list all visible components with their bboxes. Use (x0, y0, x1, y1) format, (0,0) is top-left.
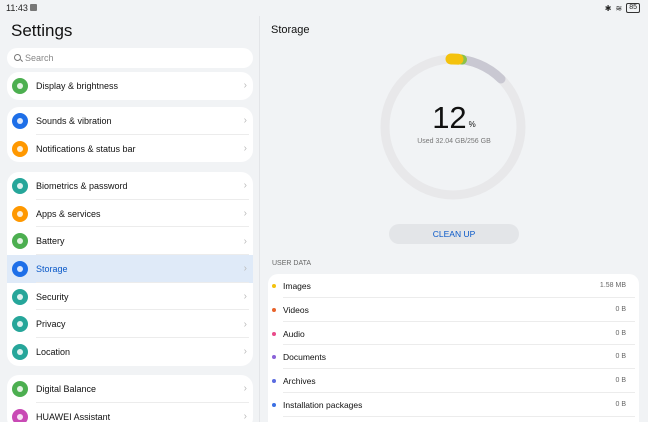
location-icon (12, 343, 28, 360)
category-color-dot (272, 331, 276, 336)
user-data-label: Archives (283, 376, 316, 387)
wifi-icon: ≋ (615, 3, 623, 13)
user-data-label: Installation packages (283, 399, 363, 410)
used-text: Used 32.04 GB/256 GB (417, 138, 491, 145)
category-color-dot (272, 355, 276, 360)
chevron-right-icon: › (243, 80, 247, 92)
status-time: 11:43 (6, 3, 28, 13)
sounds-vibration-icon (12, 112, 28, 129)
user-data-size: 0 B (615, 305, 626, 313)
search-icon (14, 54, 21, 61)
security-icon (12, 288, 28, 305)
chevron-right-icon: › (243, 411, 247, 422)
sidebar-item-apps-services[interactable]: Apps & services › (7, 200, 253, 228)
sidebar-item-label: Battery (36, 236, 65, 247)
chevron-right-icon: › (243, 383, 247, 395)
biometrics-password-icon (12, 177, 28, 194)
user-data-list: Images 1.58 MB Videos 0 B Audio 0 B Documents 0… (268, 274, 639, 422)
privacy-icon (12, 316, 28, 333)
sidebar-item-label: HUAWEI Assistant (36, 411, 111, 422)
chevron-right-icon: › (243, 115, 247, 127)
search-placeholder: Search (25, 53, 54, 63)
display-brightness-icon (12, 77, 28, 94)
settings-group: Sounds & vibration › Notifications & statu… (7, 107, 253, 163)
search-input[interactable]: Search (7, 48, 253, 68)
sidebar-item-sounds-vibration[interactable]: Sounds & vibration › (7, 107, 253, 135)
category-color-dot (272, 284, 276, 288)
page-title: Settings (11, 21, 73, 40)
chevron-right-icon: › (243, 143, 247, 155)
sidebar-item-storage[interactable]: Storage › (7, 255, 253, 283)
sidebar-item-label: Digital Balance (36, 383, 97, 394)
sidebar-item-label: Security (36, 291, 69, 302)
user-data-size: 0 B (615, 400, 626, 408)
user-data-label: Images (283, 281, 311, 291)
settings-group: Biometrics & password › Apps & services › Ba… (7, 172, 253, 366)
sidebar-item-privacy[interactable]: Privacy › (7, 310, 253, 339)
sidebar-item-label: Storage (36, 263, 68, 274)
battery-icon (12, 233, 28, 250)
sidebar-item-notifications-status-bar[interactable]: Notifications & status bar › (7, 135, 253, 163)
user-data-header: USER DATA (272, 260, 312, 267)
category-color-dot (272, 307, 276, 312)
chevron-right-icon: › (243, 235, 247, 247)
sidebar-item-security[interactable]: Security › (7, 283, 253, 311)
user-data-row-archives[interactable]: Archives 0 B (268, 369, 639, 393)
user-data-row-images[interactable]: Images 1.58 MB (268, 274, 639, 298)
chevron-right-icon: › (243, 263, 247, 275)
sidebar-item-digital-balance[interactable]: Digital Balance › (7, 375, 253, 403)
user-data-label: Audio (283, 328, 305, 339)
category-color-dot (272, 379, 276, 384)
sidebar-item-label: Notifications & status bar (36, 143, 136, 154)
user-data-row-videos[interactable]: Videos 0 B (268, 298, 639, 322)
bluetooth-icon: ✱ (604, 3, 612, 13)
digital-balance-icon (12, 380, 28, 397)
clean-up-button[interactable]: CLEAN UP (389, 224, 519, 244)
user-data-size: 0 B (615, 377, 626, 385)
user-data-size: 0 B (615, 353, 626, 361)
chevron-right-icon: › (243, 291, 247, 303)
sidebar-item-label: Sounds & vibration (36, 115, 112, 126)
status-bar: 11:43 ✱ ≋ 85 (0, 0, 648, 16)
huawei-assistant-icon (12, 408, 28, 422)
sidebar-item-display-brightness[interactable]: Display & brightness › (7, 72, 253, 100)
user-data-row-documents[interactable]: Documents 0 B (268, 345, 639, 370)
user-data-row-installation-packages[interactable]: Installation packages 0 B (268, 393, 639, 417)
storage-icon (12, 260, 28, 277)
sidebar-item-label: Location (36, 346, 71, 357)
user-data-size: 0 B (615, 329, 626, 337)
user-data-label: Videos (283, 304, 309, 315)
sidebar-item-biometrics-password[interactable]: Biometrics & password › (7, 172, 253, 200)
notification-icon (30, 4, 37, 11)
chevron-right-icon: › (243, 180, 247, 192)
category-color-dot (272, 402, 276, 407)
chevron-right-icon: › (243, 318, 247, 330)
chevron-right-icon: › (243, 208, 247, 220)
sidebar-item-label: Display & brightness (36, 80, 119, 91)
sidebar-item-label: Biometrics & password (36, 180, 128, 191)
sidebar-item-huawei-assistant[interactable]: HUAWEI Assistant › (7, 403, 253, 422)
sidebar-item-battery[interactable]: Battery › (7, 227, 253, 256)
user-data-row-audio[interactable]: Audio 0 B (268, 322, 639, 346)
notifications-status-bar-icon (12, 140, 28, 157)
sidebar-item-label: Privacy (36, 319, 66, 330)
settings-sidebar: Settings Search Display & brightness › Sou… (0, 16, 260, 422)
sidebar-item-label: Apps & services (36, 208, 101, 219)
sidebar-item-location[interactable]: Location › (7, 338, 253, 366)
user-data-label: Documents (283, 352, 326, 363)
percent-value: 12 (432, 100, 467, 135)
battery-indicator: 85 (626, 3, 640, 13)
settings-group: Display & brightness › (7, 72, 253, 100)
row-divider (283, 415, 635, 417)
storage-percent: 12% (260, 100, 648, 136)
percent-unit: % (468, 120, 476, 129)
user-data-size: 1.58 MB (599, 282, 626, 289)
storage-pane: Storage 12% Used 32.04 GB/256 GB CLEAN U… (260, 16, 648, 422)
settings-group: Digital Balance › HUAWEI Assistant › (7, 375, 253, 422)
status-icons: ✱ ≋ 85 (605, 3, 640, 13)
storage-title: Storage (271, 24, 310, 36)
apps-services-icon (12, 205, 28, 222)
chevron-right-icon: › (243, 346, 247, 358)
